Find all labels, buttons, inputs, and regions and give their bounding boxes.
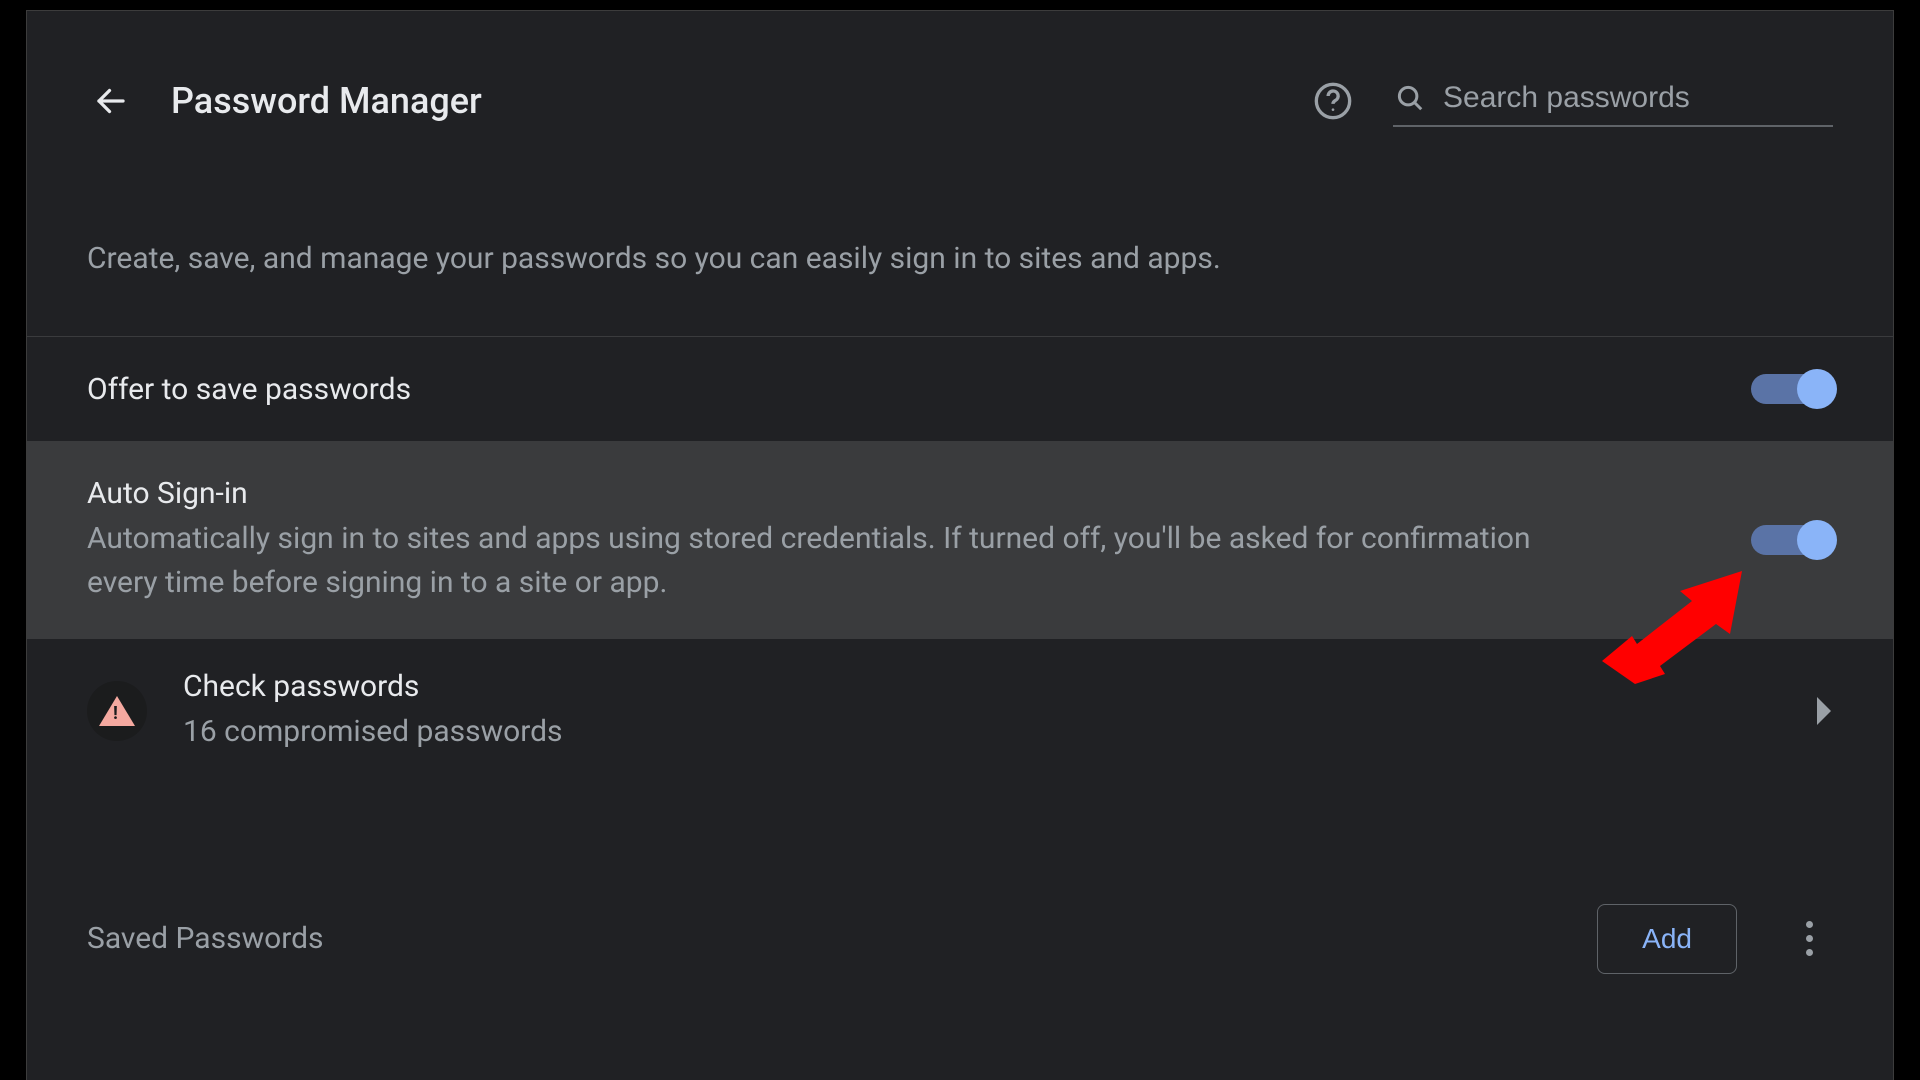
setting-text: Auto Sign-in Automatically sign in to si… [87, 476, 1751, 604]
search-input[interactable] [1443, 81, 1831, 115]
page-title: Password Manager [171, 80, 482, 122]
warning-triangle-icon [99, 696, 135, 726]
page-description: Create, save, and manage your passwords … [27, 151, 1893, 337]
more-options-button[interactable] [1785, 915, 1833, 963]
toggle-thumb [1797, 520, 1837, 560]
setting-label: Offer to save passwords [87, 372, 1751, 407]
back-button[interactable] [87, 77, 135, 125]
search-passwords[interactable] [1393, 75, 1833, 127]
more-vertical-icon [1806, 949, 1813, 956]
setting-description: Automatically sign in to sites and apps … [87, 517, 1567, 604]
offer-save-toggle[interactable] [1751, 371, 1833, 407]
setting-auto-signin[interactable]: Auto Sign-in Automatically sign in to si… [27, 442, 1893, 639]
saved-passwords-section: Saved Passwords Add [27, 784, 1893, 974]
chevron-right-icon [1815, 697, 1833, 725]
password-manager-panel: Password Manager Create, save, and manag… [26, 10, 1894, 1080]
auto-signin-toggle[interactable] [1751, 522, 1833, 558]
arrow-left-icon [93, 83, 129, 119]
help-button[interactable] [1309, 77, 1357, 125]
header: Password Manager [27, 11, 1893, 151]
search-icon [1395, 83, 1425, 113]
add-password-button[interactable]: Add [1597, 904, 1737, 974]
setting-offer-save-passwords[interactable]: Offer to save passwords [27, 337, 1893, 442]
warning-badge [87, 681, 147, 741]
check-passwords-text: Check passwords 16 compromised passwords [183, 669, 1815, 754]
check-passwords-title: Check passwords [183, 669, 1815, 704]
check-passwords-subtitle: 16 compromised passwords [183, 710, 1663, 754]
setting-text: Offer to save passwords [87, 372, 1751, 407]
more-vertical-icon [1806, 921, 1813, 928]
help-icon [1313, 81, 1353, 121]
toggle-thumb [1797, 369, 1837, 409]
more-vertical-icon [1806, 935, 1813, 942]
setting-label: Auto Sign-in [87, 476, 1751, 511]
saved-passwords-label: Saved Passwords [87, 921, 1597, 956]
check-passwords-row[interactable]: Check passwords 16 compromised passwords [27, 639, 1893, 784]
